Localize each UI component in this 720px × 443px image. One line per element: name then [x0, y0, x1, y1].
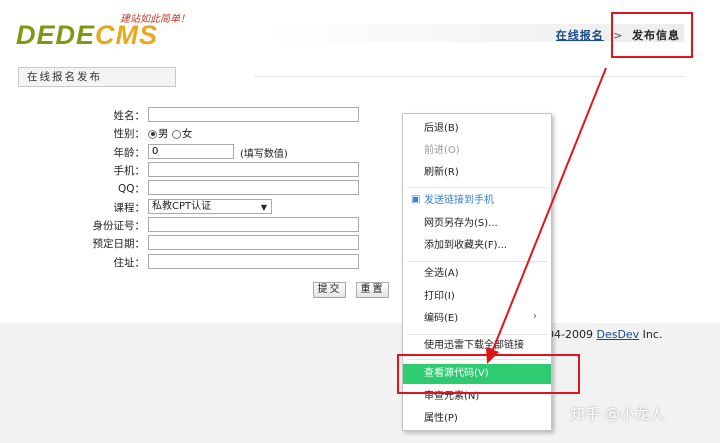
watermark: 知乎 @小龙人: [570, 405, 665, 423]
annotation-arrow: [486, 67, 607, 364]
annotation-arrow-line: [491, 67, 607, 353]
annotation-arrow-head: [486, 347, 499, 364]
